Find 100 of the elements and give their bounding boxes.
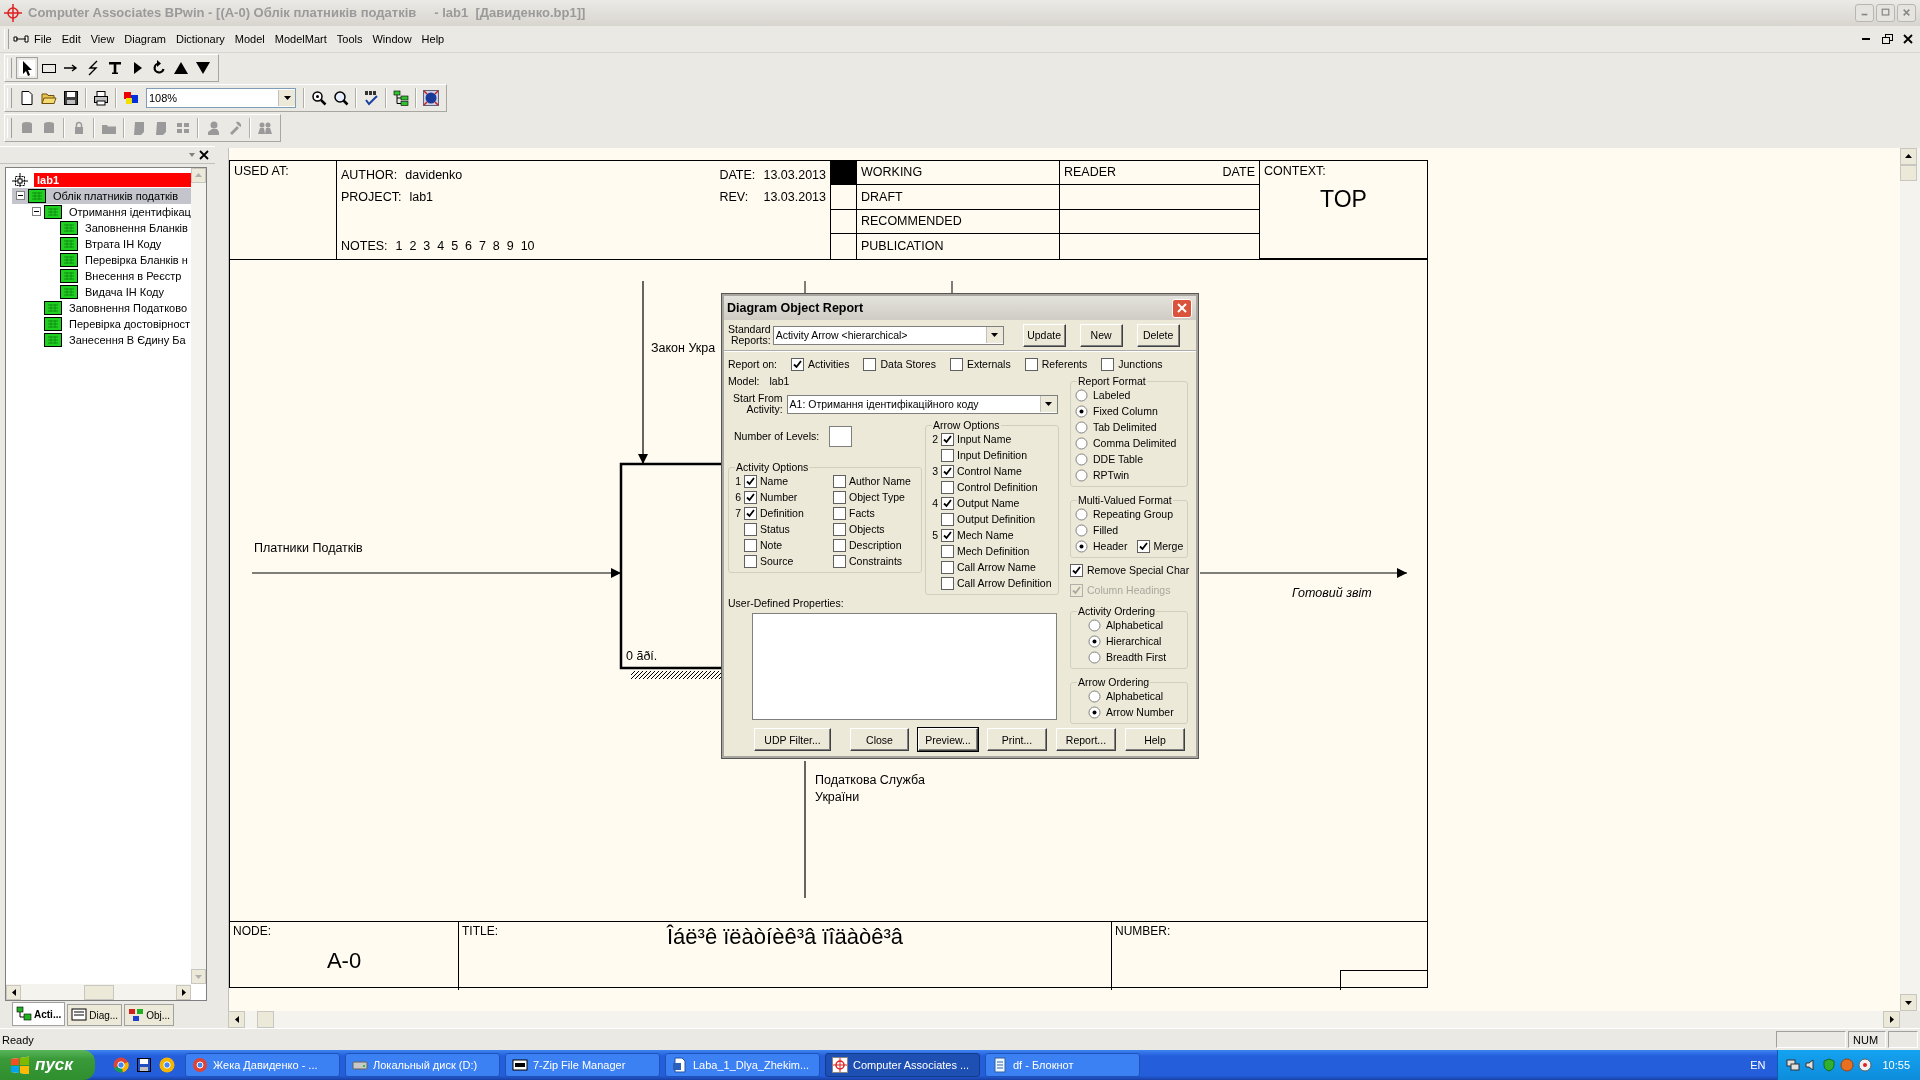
- save-icon[interactable]: [136, 1057, 152, 1073]
- radio-label[interactable]: Labeled: [1093, 389, 1131, 401]
- save-icon[interactable]: [63, 89, 79, 106]
- radio-label[interactable]: Repeating Group: [1093, 508, 1173, 520]
- arrow-label[interactable]: Податкова Служба України: [815, 772, 925, 804]
- checkbox-label[interactable]: Mech Definition: [957, 545, 1030, 557]
- radio-label[interactable]: Alphabetical: [1106, 690, 1164, 702]
- checkbox-label[interactable]: Status: [760, 523, 790, 535]
- checkbox[interactable]: [1024, 357, 1038, 371]
- checkbox-label[interactable]: Activities: [808, 358, 850, 370]
- dialog-button[interactable]: Help: [1125, 728, 1185, 751]
- checkbox[interactable]: [744, 538, 757, 552]
- checkbox[interactable]: [744, 490, 757, 504]
- language-indicator[interactable]: EN: [1750, 1059, 1766, 1071]
- tree-row[interactable]: Облік платників податків: [12, 187, 191, 204]
- radio-button[interactable]: [1075, 420, 1088, 434]
- checkbox-label[interactable]: Number: [760, 491, 798, 503]
- vertical-scrollbar[interactable]: [1900, 147, 1920, 1012]
- checkbox[interactable]: [1137, 539, 1151, 553]
- checkbox-label[interactable]: Source: [760, 555, 794, 567]
- checkbox-label[interactable]: Junctions: [1118, 358, 1163, 370]
- taskbar-button[interactable]: Laba_1_Dlya_Zhekim...: [665, 1053, 820, 1077]
- menu-item[interactable]: File: [29, 30, 57, 47]
- tree-item[interactable]: Заповнення Бланків: [82, 220, 191, 235]
- scroll-down-icon[interactable]: [1905, 1000, 1912, 1005]
- circle-icon[interactable]: [1858, 1058, 1873, 1072]
- checkbox-label[interactable]: Call Arrow Name: [957, 561, 1036, 573]
- text-area[interactable]: [752, 613, 1057, 720]
- dropdown[interactable]: Activity Arrow <hierarchical>: [772, 325, 1004, 345]
- horizontal-scrollbar[interactable]: [6, 984, 191, 1001]
- text-tool-icon[interactable]: [107, 59, 123, 76]
- scroll-left-icon[interactable]: [11, 988, 16, 996]
- radio-button[interactable]: [1075, 523, 1088, 537]
- pointer-icon[interactable]: [19, 59, 35, 76]
- checkbox[interactable]: [941, 544, 954, 558]
- checkbox-label[interactable]: Output Name: [957, 497, 1020, 509]
- checkbox[interactable]: [833, 538, 846, 552]
- dialog-button[interactable]: Delete: [1136, 323, 1180, 347]
- dropdown[interactable]: A1: Отримання ідентифікаційного коду: [786, 394, 1058, 414]
- rotate-icon[interactable]: [151, 59, 167, 76]
- radio-label[interactable]: Fixed Column: [1093, 405, 1158, 417]
- checkbox[interactable]: [1070, 563, 1083, 577]
- checkbox[interactable]: [941, 512, 954, 526]
- tree-item[interactable]: Отримання ідентифікац: [66, 204, 191, 219]
- tree-row[interactable]: Внесення в Реєстр: [12, 267, 191, 284]
- checkbox[interactable]: [833, 522, 846, 536]
- scroll-thumb[interactable]: [257, 1011, 274, 1029]
- checkbox[interactable]: [744, 522, 757, 536]
- dialog-button[interactable]: UDP Filter...: [754, 728, 831, 751]
- checkbox[interactable]: [941, 432, 954, 446]
- spellcheck-icon[interactable]: [363, 89, 379, 106]
- checkbox-label[interactable]: Note: [760, 539, 783, 551]
- checkbox-label[interactable]: Output Definition: [957, 513, 1036, 525]
- checkbox-label[interactable]: Input Name: [957, 433, 1012, 445]
- checkbox[interactable]: [744, 506, 757, 520]
- checkbox[interactable]: [941, 576, 954, 590]
- menu-item[interactable]: Dictionary: [170, 30, 230, 47]
- checkbox[interactable]: [941, 560, 954, 574]
- arrow-label[interactable]: Готовий звіт: [1292, 585, 1372, 600]
- checkbox[interactable]: [941, 448, 954, 462]
- radio-button[interactable]: [1088, 618, 1101, 632]
- tree-row[interactable]: Отримання ідентифікац: [12, 203, 191, 220]
- checkbox-label[interactable]: Remove Special Char: [1087, 564, 1190, 576]
- checkbox[interactable]: [833, 490, 846, 504]
- checkbox-label[interactable]: Description: [849, 539, 902, 551]
- menu-item[interactable]: Model: [229, 30, 270, 47]
- radio-label[interactable]: Comma Delimited: [1093, 437, 1177, 449]
- panel-tab[interactable]: Obj...: [124, 1004, 175, 1027]
- checkbox-label[interactable]: Externals: [966, 358, 1011, 370]
- input-field[interactable]: [829, 425, 853, 447]
- tree-item[interactable]: Внесення в Реєстр: [82, 268, 185, 283]
- taskbar-button[interactable]: Жека Давиденко - ...: [185, 1053, 340, 1077]
- dialog-button[interactable]: Preview...: [918, 728, 978, 751]
- checkbox-label[interactable]: Name: [760, 475, 788, 487]
- checkbox-label[interactable]: Input Definition: [957, 449, 1028, 461]
- radio-label[interactable]: Filled: [1093, 524, 1119, 536]
- checkbox[interactable]: [941, 464, 954, 478]
- checkbox-label[interactable]: Mech Name: [957, 529, 1014, 541]
- tree-row[interactable]: lab1: [12, 171, 191, 188]
- dialog-button[interactable]: New: [1079, 323, 1123, 347]
- checkbox-label[interactable]: Merge: [1153, 540, 1184, 552]
- scroll-thumb[interactable]: [83, 984, 114, 1000]
- checkbox-label[interactable]: Control Definition: [957, 481, 1038, 493]
- print-icon[interactable]: [93, 89, 109, 106]
- radio-label[interactable]: Alphabetical: [1106, 619, 1164, 631]
- menu-item[interactable]: View: [85, 30, 120, 47]
- tree-row[interactable]: Втрата ІН Коду: [12, 235, 191, 252]
- checkbox[interactable]: [791, 357, 805, 371]
- tree-row[interactable]: Заповнення Бланків: [12, 219, 191, 236]
- tree-icon[interactable]: [393, 89, 409, 106]
- checkbox[interactable]: [941, 528, 954, 542]
- color-icon[interactable]: [123, 89, 139, 106]
- checkbox[interactable]: [833, 474, 846, 488]
- network-icon[interactable]: [1786, 1058, 1801, 1072]
- radio-label[interactable]: Hierarchical: [1106, 635, 1162, 647]
- menu-item[interactable]: Edit: [56, 30, 86, 47]
- radio-button[interactable]: [1075, 452, 1088, 466]
- arrow-label[interactable]: Платники Податків: [254, 540, 363, 555]
- arrow-label[interactable]: Закон Укра: [651, 340, 716, 355]
- tree-item[interactable]: Перевірка достовірност: [66, 316, 191, 331]
